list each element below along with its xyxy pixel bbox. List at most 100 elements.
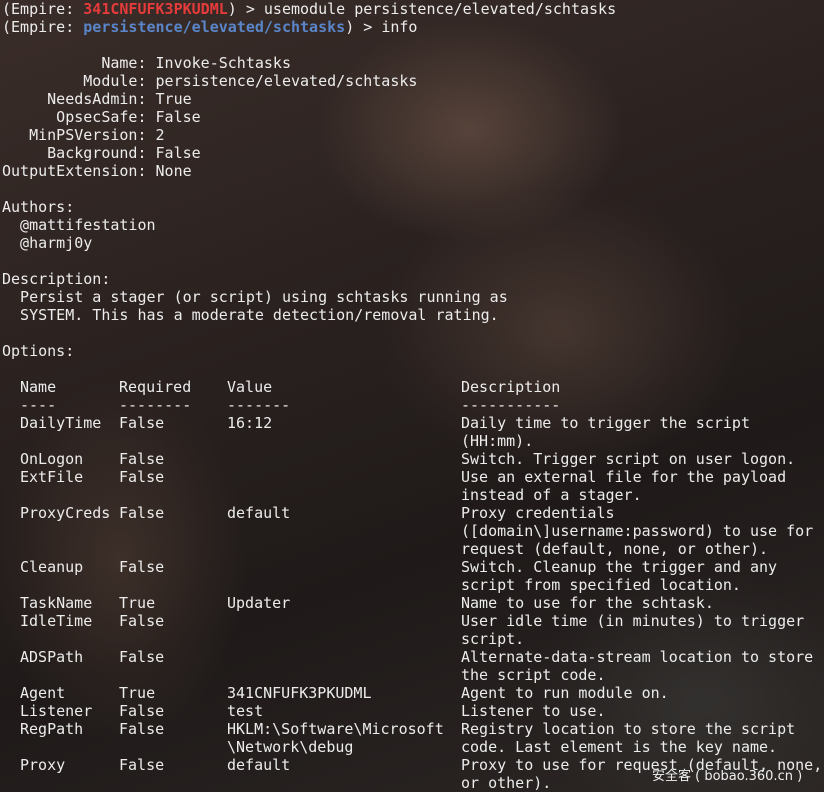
option-description: Daily time to trigger the script <box>461 414 750 432</box>
info-value: persistence/elevated/schtasks <box>146 72 418 90</box>
info-key: Module: <box>2 72 147 90</box>
author-item: @mattifestation <box>2 216 156 234</box>
option-description: request (default, none, or other). <box>461 540 769 558</box>
option-required: False <box>119 648 165 666</box>
info-needsadmin-line: NeedsAdmin: True <box>2 90 192 108</box>
column-underline: -------- <box>119 396 192 414</box>
option-description: Agent to run module on. <box>461 684 669 702</box>
option-required: False <box>119 468 165 486</box>
terminal-window[interactable]: (Empire: 341CNFUFK3PKUDML) > usemodule p… <box>2 0 824 792</box>
option-name: DailyTime <box>20 414 102 432</box>
option-required: False <box>119 702 165 720</box>
option-description: the script code. <box>461 666 606 684</box>
module-context: persistence/elevated/schtasks <box>83 18 346 36</box>
option-required: False <box>119 612 165 630</box>
option-description: (HH:mm). <box>461 432 534 450</box>
option-description: or other). <box>461 774 552 792</box>
command-text: info <box>381 18 418 36</box>
prompt-line-2: (Empire: persistence/elevated/schtasks) … <box>2 18 417 36</box>
option-name: Listener <box>20 702 93 720</box>
info-value: False <box>146 144 201 162</box>
option-required: False <box>119 756 165 774</box>
info-value: 2 <box>146 126 165 144</box>
watermark: 安全客 ( bobao.360.cn ) <box>652 769 803 784</box>
column-header-description: Description <box>461 378 561 396</box>
option-name: ADSPath <box>20 648 84 666</box>
option-name: Agent <box>20 684 66 702</box>
option-description: Switch. Trigger script on user logon. <box>461 450 796 468</box>
info-value: Invoke-Schtasks <box>146 54 291 72</box>
command-text: usemodule persistence/elevated/schtasks <box>263 0 617 18</box>
author-item: @harmj0y <box>2 234 93 252</box>
option-description: Registry location to store the script <box>461 720 796 738</box>
option-description: Switch. Cleanup the trigger and any <box>461 558 778 576</box>
option-required: True <box>119 594 156 612</box>
column-underline: ------- <box>227 396 291 414</box>
prompt-prefix: (Empire: <box>2 0 84 18</box>
info-key: Background: <box>2 144 147 162</box>
info-value: None <box>146 162 192 180</box>
option-name: IdleTime <box>20 612 93 630</box>
info-key: NeedsAdmin: <box>2 90 147 108</box>
prompt-suffix: ) > <box>227 0 264 18</box>
option-name: RegPath <box>20 720 84 738</box>
options-heading: Options: <box>2 342 75 360</box>
info-outputextension-line: OutputExtension: None <box>2 162 192 180</box>
info-name-line: Name: Invoke-Schtasks <box>2 54 291 72</box>
description-text: SYSTEM. This has a moderate detection/re… <box>2 306 499 324</box>
info-key: MinPSVersion: <box>2 126 147 144</box>
prompt-prefix: (Empire: <box>2 18 84 36</box>
column-header-value: Value <box>227 378 273 396</box>
info-opsecsafe-line: OpsecSafe: False <box>2 108 201 126</box>
info-minpsversion-line: MinPSVersion: 2 <box>2 126 165 144</box>
option-required: False <box>119 720 165 738</box>
option-description: Proxy credentials <box>461 504 615 522</box>
prompt-suffix: ) > <box>345 18 382 36</box>
column-header-required: Required <box>119 378 192 396</box>
option-description: Listener to use. <box>461 702 606 720</box>
column-underline: ---- <box>20 396 57 414</box>
option-description: code. Last element is the key name. <box>461 738 778 756</box>
info-module-line: Module: persistence/elevated/schtasks <box>2 72 417 90</box>
option-name: OnLogon <box>20 450 84 468</box>
option-name: ExtFile <box>20 468 84 486</box>
option-value: default <box>227 504 291 522</box>
option-value: 341CNFUFK3PKUDML <box>227 684 372 702</box>
option-name: Cleanup <box>20 558 84 576</box>
option-description: Name to use for the schtask. <box>461 594 714 612</box>
info-value: True <box>146 90 192 108</box>
option-required: False <box>119 414 165 432</box>
option-value: Updater <box>227 594 291 612</box>
option-description: script. <box>461 630 525 648</box>
option-value: test <box>227 702 264 720</box>
description-text: Persist a stager (or script) using schta… <box>2 288 508 306</box>
option-value: \Network\debug <box>227 738 354 756</box>
option-value: 16:12 <box>227 414 273 432</box>
prompt-line-1: (Empire: 341CNFUFK3PKUDML) > usemodule p… <box>2 0 616 18</box>
option-description: Alternate-data-stream location to store <box>461 648 814 666</box>
option-required: True <box>119 684 156 702</box>
option-required: False <box>119 558 165 576</box>
option-description: instead of a stager. <box>461 486 642 504</box>
option-description: User idle time (in minutes) to trigger <box>461 612 805 630</box>
option-description: Use an external file for the payload <box>461 468 787 486</box>
info-background-line: Background: False <box>2 144 201 162</box>
option-value: default <box>227 756 291 774</box>
info-key: OpsecSafe: <box>2 108 147 126</box>
info-key: OutputExtension: <box>2 162 147 180</box>
option-name: TaskName <box>20 594 93 612</box>
authors-heading: Authors: <box>2 198 75 216</box>
option-name: ProxyCreds <box>20 504 111 522</box>
info-key: Name: <box>2 54 147 72</box>
info-value: False <box>146 108 201 126</box>
option-required: False <box>119 450 165 468</box>
column-underline: ----------- <box>461 396 561 414</box>
column-header-name: Name <box>20 378 57 396</box>
option-name: Proxy <box>20 756 66 774</box>
option-description: ([domain\]username:password) to use for <box>461 522 814 540</box>
option-required: False <box>119 504 165 522</box>
option-value: HKLM:\Software\Microsoft <box>227 720 444 738</box>
description-heading: Description: <box>2 270 111 288</box>
agent-context: 341CNFUFK3PKUDML <box>83 0 228 18</box>
option-description: script from specified location. <box>461 576 741 594</box>
